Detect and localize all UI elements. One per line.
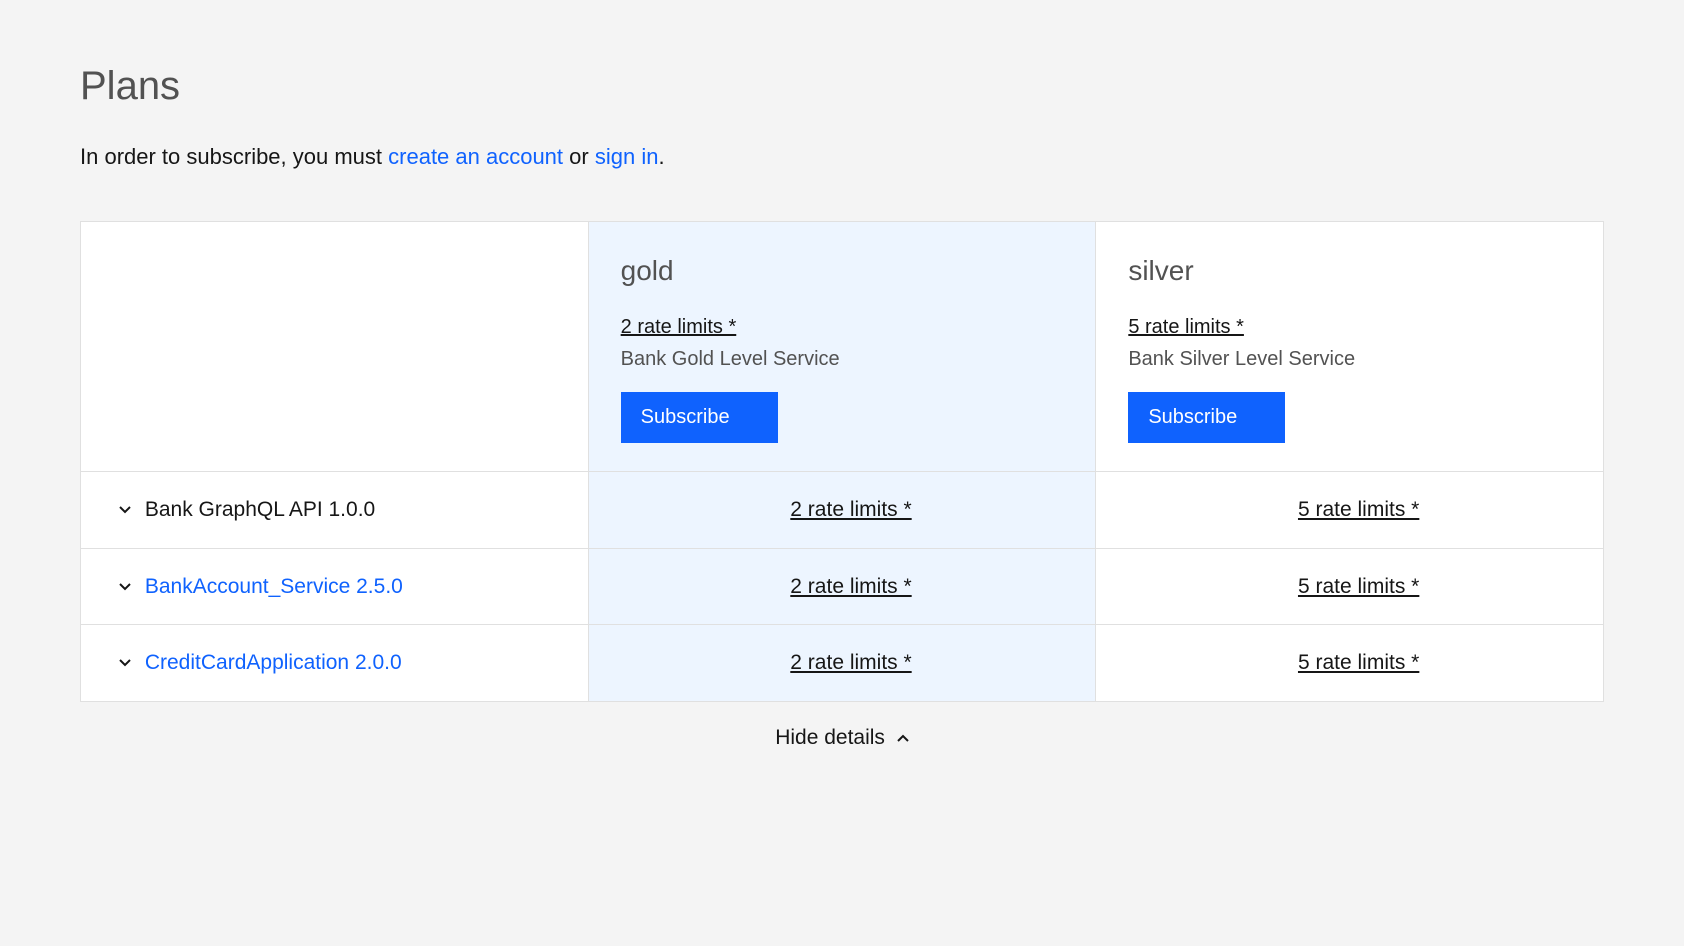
chevron-down-icon bbox=[119, 579, 131, 595]
plan-header-silver: silver 5 rate limits * Bank Silver Level… bbox=[1096, 222, 1604, 472]
api-gold-rate-cell: 2 rate limits * bbox=[588, 625, 1096, 702]
api-silver-rate-link[interactable]: 5 rate limits * bbox=[1298, 651, 1419, 674]
corner-cell bbox=[81, 222, 589, 472]
api-name-link[interactable]: CreditCardApplication 2.0.0 bbox=[145, 651, 402, 674]
table-row: CreditCardApplication 2.0.0 2 rate limit… bbox=[81, 625, 1604, 702]
plan-gold-name: gold bbox=[621, 250, 1064, 292]
plans-table: gold 2 rate limits * Bank Gold Level Ser… bbox=[80, 221, 1604, 702]
api-name-cell[interactable]: Bank GraphQL API 1.0.0 bbox=[81, 472, 589, 549]
api-silver-rate-link[interactable]: 5 rate limits * bbox=[1298, 575, 1419, 598]
sign-in-link[interactable]: sign in bbox=[595, 144, 659, 169]
api-gold-rate-link[interactable]: 2 rate limits * bbox=[790, 651, 911, 674]
intro-text: In order to subscribe, you must create a… bbox=[80, 140, 1604, 173]
api-name-link[interactable]: BankAccount_Service 2.5.0 bbox=[145, 575, 403, 598]
chevron-up-icon bbox=[897, 726, 909, 750]
plan-silver-name: silver bbox=[1128, 250, 1571, 292]
api-name-label: Bank GraphQL API 1.0.0 bbox=[145, 498, 375, 521]
plan-header-gold: gold 2 rate limits * Bank Gold Level Ser… bbox=[588, 222, 1096, 472]
api-silver-rate-link[interactable]: 5 rate limits * bbox=[1298, 498, 1419, 521]
plan-silver-rate-limits[interactable]: 5 rate limits * bbox=[1128, 312, 1244, 342]
api-name-cell[interactable]: CreditCardApplication 2.0.0 bbox=[81, 625, 589, 702]
api-gold-rate-link[interactable]: 2 rate limits * bbox=[790, 575, 911, 598]
table-row: BankAccount_Service 2.5.0 2 rate limits … bbox=[81, 548, 1604, 625]
api-gold-rate-link[interactable]: 2 rate limits * bbox=[790, 498, 911, 521]
plan-silver-description: Bank Silver Level Service bbox=[1128, 344, 1571, 374]
plan-gold-rate-limits[interactable]: 2 rate limits * bbox=[621, 312, 737, 342]
intro-prefix: In order to subscribe, you must bbox=[80, 144, 388, 169]
api-silver-rate-cell: 5 rate limits * bbox=[1096, 548, 1604, 625]
hide-details-toggle[interactable]: Hide details bbox=[80, 722, 1604, 754]
subscribe-button-silver[interactable]: Subscribe bbox=[1128, 392, 1285, 443]
intro-suffix: . bbox=[658, 144, 664, 169]
chevron-down-icon bbox=[119, 655, 131, 671]
api-name-cell[interactable]: BankAccount_Service 2.5.0 bbox=[81, 548, 589, 625]
table-row: Bank GraphQL API 1.0.0 2 rate limits * 5… bbox=[81, 472, 1604, 549]
api-gold-rate-cell: 2 rate limits * bbox=[588, 472, 1096, 549]
page-title: Plans bbox=[80, 56, 1604, 116]
api-silver-rate-cell: 5 rate limits * bbox=[1096, 472, 1604, 549]
create-account-link[interactable]: create an account bbox=[388, 144, 563, 169]
hide-details-label: Hide details bbox=[775, 726, 885, 749]
chevron-down-icon bbox=[119, 502, 131, 518]
intro-or: or bbox=[563, 144, 595, 169]
api-gold-rate-cell: 2 rate limits * bbox=[588, 548, 1096, 625]
api-silver-rate-cell: 5 rate limits * bbox=[1096, 625, 1604, 702]
subscribe-button-gold[interactable]: Subscribe bbox=[621, 392, 778, 443]
plan-gold-description: Bank Gold Level Service bbox=[621, 344, 1064, 374]
